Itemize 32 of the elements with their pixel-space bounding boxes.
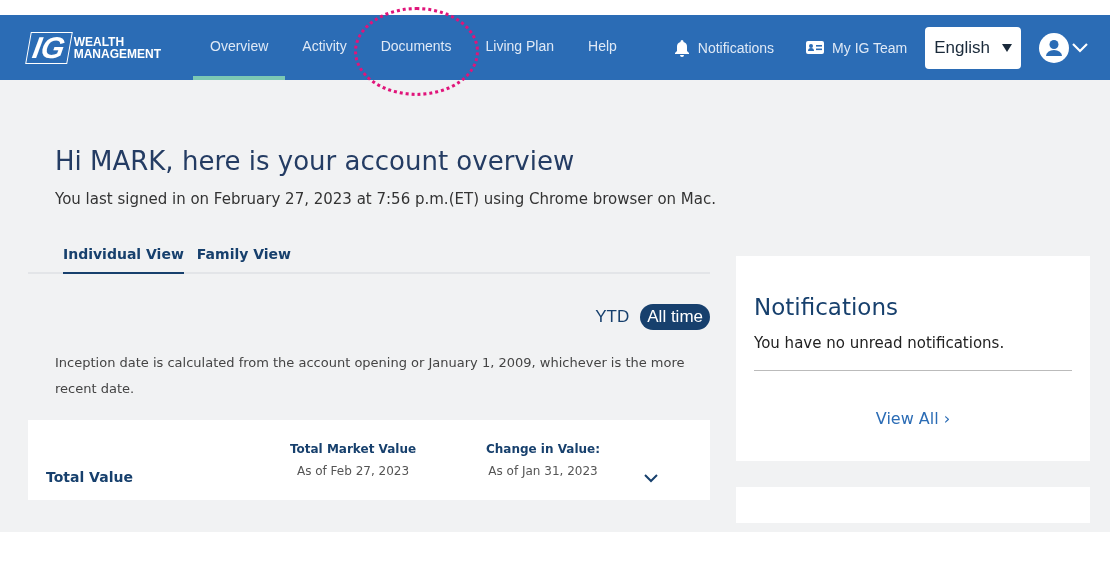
period-toggle[interactable]: All time: [640, 304, 710, 330]
view-all-link[interactable]: View All ›: [754, 409, 1072, 428]
nav-link[interactable]: My IG Team: [806, 39, 908, 56]
id-card-icon: [806, 41, 825, 54]
logo-text: MANAGEMENT: [73, 47, 161, 60]
inception-note: Inception date is calculated from the account opening or January 1, 2009, whichever is the more recent date.: [55, 354, 686, 398]
period-toggle[interactable]: YTD: [588, 304, 637, 330]
summary-title: Total Value: [46, 469, 134, 485]
card-message: You have no unread notifications.: [754, 334, 1006, 352]
page-heading: Hi MARK, here is your account overview: [54, 145, 576, 176]
user-avatar-icon: [1039, 32, 1070, 63]
last-sign-in-text: You last signed in on February 27, 2023 at 7:56 p.m.(ET) using Chrome browser on Mac.: [55, 190, 718, 208]
nav-tab[interactable]: Help: [571, 15, 634, 80]
bell-icon: [673, 38, 690, 57]
chevron-down-icon: [1072, 42, 1089, 53]
column-heading: Total Market Value: [289, 442, 417, 456]
nav-tab[interactable]: Living Plan: [468, 15, 571, 80]
logo-mark[interactable]: IG: [25, 31, 73, 64]
nav-tab[interactable]: Activity: [285, 15, 364, 80]
column-heading: Change in Value:: [485, 442, 601, 456]
chevron-down-icon[interactable]: [644, 474, 658, 483]
language-select[interactable]: English: [925, 26, 1022, 69]
column-date: As of Jan 31, 2023: [488, 464, 598, 478]
column-date: As of Feb 27, 2023: [296, 464, 410, 478]
nav-tab[interactable]: Documents: [363, 15, 469, 80]
card-title: Notifications: [754, 294, 899, 320]
logo-text: WEALTH: [73, 35, 126, 48]
dropdown-arrow-icon: [1002, 43, 1013, 52]
view-tab[interactable]: Individual View: [63, 246, 184, 274]
nav-link[interactable]: Notifications: [673, 38, 775, 57]
account-menu[interactable]: [1039, 32, 1089, 63]
view-tab[interactable]: Family View: [196, 246, 292, 274]
